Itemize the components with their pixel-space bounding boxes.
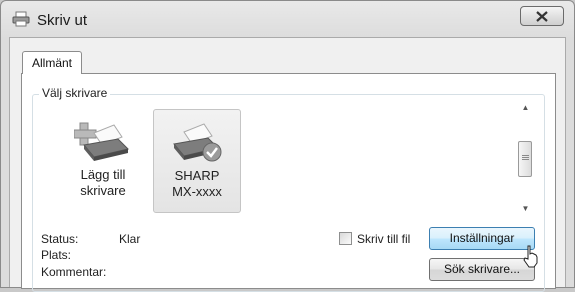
add-printer-icon: [74, 122, 129, 161]
printer-default-icon: [173, 123, 222, 162]
printer-item-add[interactable]: Lägg till skrivare: [59, 109, 147, 213]
group-title: Välj skrivare: [39, 86, 111, 100]
tab-page-general: Välj skrivare Lägg till skrivare SHARP M…: [21, 73, 556, 292]
printer-label-add: Lägg till skrivare: [80, 167, 126, 198]
window-title: Skriv ut: [37, 12, 88, 29]
print-to-file-checkbox[interactable]: [339, 232, 352, 245]
find-printer-button[interactable]: Sök skrivare...: [429, 258, 535, 281]
printer-list[interactable]: Lägg till skrivare SHARP MX-xxxx: [59, 109, 533, 215]
title-bar[interactable]: Skriv ut: [1, 1, 574, 37]
tab-general[interactable]: Allmänt: [22, 51, 83, 74]
dialog-body: Allmänt Välj skrivare Lägg till skrivare…: [9, 37, 566, 292]
location-label: Plats:: [41, 248, 72, 262]
comment-label: Kommentar:: [41, 265, 107, 279]
print-to-file-label[interactable]: Skriv till fil: [357, 232, 410, 246]
scroll-up-icon[interactable]: ▲: [517, 99, 534, 116]
status-label: Status:: [41, 232, 79, 246]
status-value: Klar: [119, 232, 141, 246]
settings-button[interactable]: Inställningar: [429, 227, 535, 250]
printer-item-sharp[interactable]: SHARP MX-xxxx: [153, 109, 241, 213]
scroll-thumb[interactable]: [518, 141, 532, 177]
close-icon: [536, 11, 548, 22]
close-button[interactable]: [520, 6, 564, 26]
print-dialog: Skriv ut Allmänt Välj skrivare Lägg till…: [0, 0, 575, 292]
printer-list-scrollbar[interactable]: ▲ ▼: [517, 99, 534, 217]
printer-icon: [12, 11, 30, 27]
scroll-down-icon[interactable]: ▼: [517, 200, 534, 217]
mouse-pointer-icon: [523, 245, 538, 268]
select-printer-group: Välj skrivare Lägg till skrivare SHARP M…: [32, 86, 545, 292]
printer-label-sharp: SHARP MX-xxxx: [172, 168, 222, 199]
